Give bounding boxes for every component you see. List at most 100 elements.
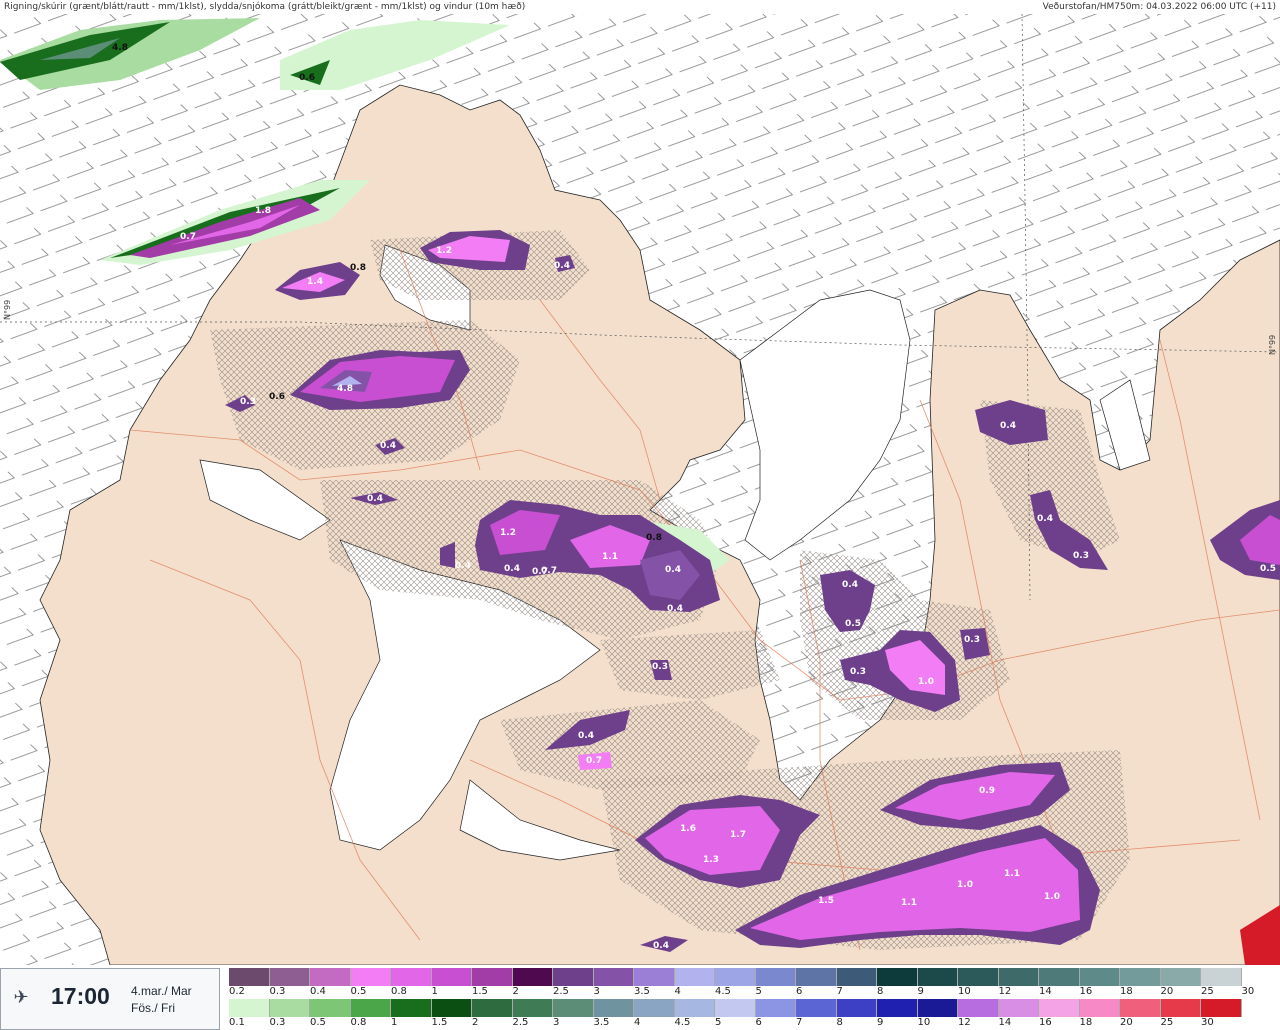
- legend-snow-label: 7: [836, 986, 843, 997]
- legend-rain-swatch: [472, 999, 513, 1017]
- legend-snow-label: 0.4: [310, 986, 326, 997]
- value-label: 0.4: [1000, 421, 1016, 431]
- value-label: 1.5: [818, 896, 834, 906]
- value-label: 1.6: [680, 824, 696, 834]
- legend-snow-labels: 0.2 0.3 0.4 0.5 0.8 1 1.5 2 2.5 3 3.5 4 4.5 5 6 7 8 9 10 12…: [229, 986, 1279, 998]
- value-label: 4.8: [337, 384, 353, 394]
- legend-snow-label: 4: [674, 986, 681, 997]
- legend-rain-labels: 0.1 0.3 0.5 0.8 1 1.5 2 2.5 3 3.5 4 4.5 5 6 7 8 9 10 12 14 1…: [229, 1017, 1279, 1029]
- value-label: 1.3: [703, 855, 719, 865]
- value-label: 0.7: [586, 756, 602, 766]
- value-label: 0.4: [504, 564, 520, 574]
- legend-snow-swatch: [391, 968, 432, 986]
- legend-snow-label: 4.5: [715, 986, 731, 997]
- legend-rain-label: 30: [1201, 1017, 1214, 1028]
- legend-rain-label: 0.5: [310, 1017, 326, 1028]
- legend-snow-label: 0.8: [391, 986, 407, 997]
- plane-icon: ✈: [13, 987, 29, 1007]
- legend-rain-swatch: [958, 999, 999, 1017]
- legend-snow-scale: [229, 968, 1280, 986]
- value-label: 4.8: [112, 43, 128, 53]
- forecast-weekday: Fös./ Fri: [131, 1001, 175, 1015]
- latitude-label-right: N°99: [1268, 334, 1277, 355]
- model-run-info: Veðurstofan/HM750m: 04.03.2022 06:00 UTC…: [1042, 2, 1276, 12]
- legend-rain-label: 4.5: [674, 1017, 691, 1028]
- time-panel[interactable]: ✈ 17:00 4.mar./ Mar Fös./ Fri: [0, 968, 220, 1030]
- legend-snow-label: 0.3: [269, 986, 286, 997]
- value-label: 0.4: [667, 604, 683, 614]
- legend-snow-swatch: [755, 968, 796, 986]
- legend-rain-label: 0.1: [229, 1017, 245, 1028]
- legend-snow-label: 20: [1160, 986, 1174, 997]
- legend-rain-label: 7: [796, 1017, 803, 1028]
- value-label: 0.3: [240, 397, 256, 407]
- legend-snow-label: 9: [917, 986, 924, 997]
- legend-snow-label: 14: [1039, 986, 1052, 997]
- value-label: 0.3: [964, 635, 980, 645]
- latitude-label: N°99: [3, 299, 12, 320]
- legend-snow-swatch: [796, 968, 837, 986]
- legend-snow-label: 8: [877, 986, 884, 997]
- legend-rain-swatch: [1079, 999, 1120, 1017]
- legend-rain-swatch: [998, 999, 1039, 1017]
- legend-snow-swatch: [836, 968, 877, 986]
- legend-snow-label: 1: [431, 986, 438, 997]
- weather-map[interactable]: 4.8 0.6 1.8 0.7 1.2 0.4 1.4 0.8 4.8 0.6 …: [0, 0, 1280, 966]
- legend-rain-label: 0.8: [350, 1017, 367, 1028]
- value-label: 0.7: [180, 232, 196, 242]
- legend-rain-swatch: [431, 999, 472, 1017]
- value-label: 1.7: [730, 830, 746, 840]
- value-label: 1.0: [957, 880, 973, 890]
- value-label: 1.2: [436, 246, 452, 256]
- legend-snow-label: 18: [1120, 986, 1133, 997]
- legend-snow-swatch: [431, 968, 472, 986]
- legend-rain-label: 2: [472, 1017, 479, 1028]
- value-label: 0.4: [367, 494, 383, 504]
- legend-rain-swatch: [512, 999, 553, 1017]
- legend-rain-swatch: [796, 999, 837, 1017]
- legend-snow-label: 1.5: [472, 986, 488, 997]
- legend-rain-label: 5: [715, 1017, 722, 1028]
- legend-rain-swatch: [917, 999, 958, 1017]
- legend-rain-scale: [229, 999, 1242, 1017]
- legend-rain-label: 20: [1120, 1017, 1133, 1028]
- legend-rain-label: 3.5: [593, 1017, 610, 1028]
- legend-snow-swatch: [593, 968, 634, 986]
- legend-rain-swatch: [391, 999, 432, 1017]
- value-label: 0.6: [269, 392, 285, 402]
- legend-rain-label: 14: [998, 1017, 1012, 1028]
- legend-rain-swatch: [1120, 999, 1161, 1017]
- legend-rain-label: 2.5: [512, 1017, 529, 1028]
- legend-snow-swatch: [229, 968, 270, 986]
- legend-snow-label: 2: [512, 986, 519, 997]
- legend-snow-swatch: [634, 968, 675, 986]
- legend-rain-swatch: [1039, 999, 1080, 1017]
- legend-rain-label: 0.3: [269, 1017, 286, 1028]
- legend-rain-label: 12: [958, 1017, 971, 1028]
- legend-snow-label: 25: [1201, 986, 1214, 997]
- legend-snow-swatch: [1201, 968, 1242, 986]
- legend-rain-label: 10: [917, 1017, 931, 1028]
- legend-snow-swatch: [1120, 968, 1161, 986]
- legend-snow-label: 2.5: [553, 986, 569, 997]
- value-label: 0.4: [653, 941, 669, 951]
- value-label: 1.1: [1004, 869, 1020, 879]
- legend-snow-swatch: [1160, 968, 1201, 986]
- legend-snow-label: 16: [1079, 986, 1093, 997]
- value-label: 0.4: [842, 580, 858, 590]
- legend-rain-swatch: [877, 999, 918, 1017]
- legend-rain-label: 16: [1039, 1017, 1052, 1028]
- legend-snow-swatch: [674, 968, 715, 986]
- legend-snow-swatch: [715, 968, 756, 986]
- legend-snow-swatch: [350, 968, 391, 986]
- value-label: 1.1: [901, 898, 917, 908]
- legend-snow-swatch: [1079, 968, 1120, 986]
- legend-rain-label: 3: [553, 1017, 560, 1028]
- value-label: 1.8: [255, 206, 271, 216]
- legend-rain-swatch: [715, 999, 756, 1017]
- legend-rain-swatch: [1160, 999, 1201, 1017]
- legend-rain-label: 6: [755, 1017, 762, 1028]
- value-label: 1.4: [307, 277, 323, 287]
- value-label: 1.2: [500, 528, 516, 538]
- legend-snow-label: 30: [1241, 986, 1255, 997]
